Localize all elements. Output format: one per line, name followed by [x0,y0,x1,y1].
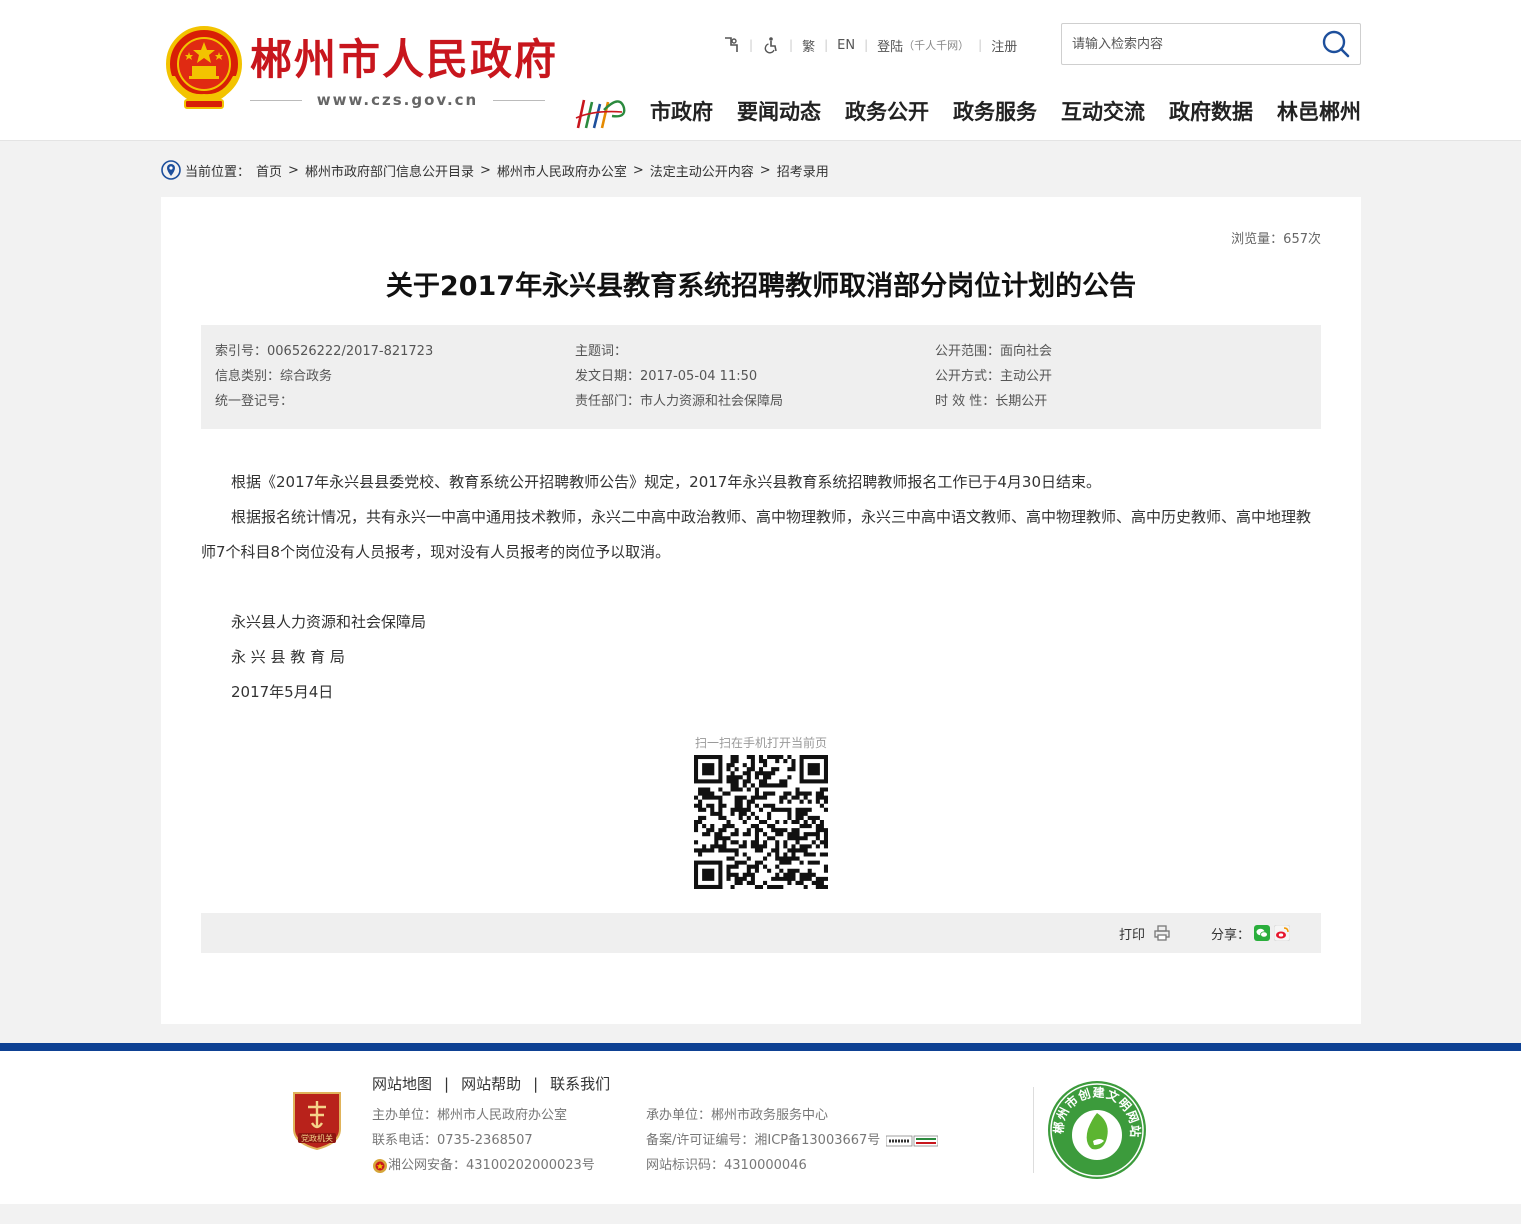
signature-line: 永 兴 县 教 育 局 [231,648,345,666]
footer-top-bar [0,1043,1521,1051]
login-label: 登陆 [877,39,904,55]
footer-host: 主办单位：郴州市人民政府办公室 [372,1108,568,1123]
login-note: （千人千网） [903,39,970,52]
signature-date: 2017年5月4日 [231,683,334,701]
footer-link-help[interactable]: 网站帮助 [461,1073,521,1094]
breadcrumb-gov-office[interactable]: 郴州市人民政府办公室 [497,161,627,180]
breadcrumb-recruitment[interactable]: 招考录用 [777,161,829,180]
meta-category: 信息类别：综合政务 [215,369,333,384]
english-link[interactable]: EN [837,38,855,53]
meta-dept: 责任部门：市人力资源和社会保障局 [575,394,784,409]
site-title[interactable]: 郴州市人民政府 [250,34,558,86]
meta-topic: 主题词： [575,344,628,359]
meta-index-no: 索引号：006526222/2017-821723 [215,344,434,359]
login-link[interactable]: 登陆 （千人千网） [877,36,969,55]
header-toolbar: | | 繁 | EN | 登陆 （千人千网） | 注册 [722,34,1017,56]
breadcrumb-separator: > [759,162,771,178]
nav-item-city-government[interactable]: 市政府 [650,96,713,128]
article-paragraph: 根据报名统计情况，共有永兴一中高中通用技术教师，永兴二中高中政治教师、高中物理教… [201,508,1312,561]
site-url-text: www.czs.gov.cn [316,91,479,109]
breadcrumb: 当前位置： 首页 > 郴州市政府部门信息公开目录 > 郴州市人民政府办公室 > … [161,158,829,182]
article-panel: 浏览量：657次 关于2017年永兴县教育系统招聘教师取消部分岗位计划的公告 索… [161,197,1361,1024]
national-emblem-icon [163,26,245,112]
view-count: 浏览量：657次 [1231,232,1321,247]
breadcrumb-separator: > [479,162,491,178]
nav-item-gov-affairs-open[interactable]: 政务公开 [845,96,929,128]
footer-police-record[interactable]: 湘公网安备：43100202000023号 [372,1157,595,1175]
search-box [1061,23,1361,65]
elder-mode-icon[interactable] [722,36,740,54]
article-meta-box: 索引号：006526222/2017-821723 主题词： 公开范围：面向社会… [201,325,1321,429]
breadcrumb-home[interactable]: 首页 [256,161,282,180]
footer-link-sitemap[interactable]: 网站地图 [372,1073,432,1094]
meta-validity: 时 效 性：长期公开 [935,394,1048,409]
footer-site-code: 网站标识码：4310000046 [646,1158,807,1173]
wechat-icon[interactable] [1254,925,1271,941]
search-input[interactable] [1062,24,1312,64]
police-badge-icon [373,1159,387,1173]
main-nav: 市政府 要闻动态 政务公开 政务服务 互动交流 政府数据 林邑郴州 [650,96,1361,128]
party-gov-badge-icon[interactable]: 党政机关 [290,1089,344,1151]
svg-text:党政机关: 党政机关 [301,1133,333,1143]
breadcrumb-dept-directory[interactable]: 郴州市政府部门信息公开目录 [305,161,474,180]
footer-link-contact[interactable]: 联系我们 [550,1073,610,1094]
breadcrumb-statutory-content[interactable]: 法定主动公开内容 [650,161,754,180]
nav-item-linyi-chenzhou[interactable]: 林邑郴州 [1277,96,1361,128]
footer-divider [1033,1087,1034,1173]
nav-item-gov-services[interactable]: 政务服务 [953,96,1037,128]
location-pin-icon [161,160,181,180]
breadcrumb-label: 当前位置： [185,164,251,180]
civilized-website-badge-icon[interactable]: 郴州市创建文明网站 [1046,1079,1148,1181]
site-footer: 党政机关 网站地图 | 网站帮助 | 联系我们 主办单位：郴州市人民政府办公室 … [0,1051,1521,1204]
footer-police-text: 湘公网安备：43100202000023号 [388,1158,595,1173]
weibo-icon[interactable] [1274,925,1291,941]
share-group: 分享： [1211,921,1291,945]
footer-phone: 联系电话：0735-2368507 [372,1133,533,1148]
qr-label: 扫一扫在手机打开当前页 [694,736,827,750]
breadcrumb-separator: > [288,162,299,178]
print-label: 打印 [1119,927,1146,943]
meta-scope: 公开范围：面向社会 [935,344,1053,359]
meta-date: 发文日期：2017-05-04 11:50 [575,369,758,384]
nav-item-news[interactable]: 要闻动态 [737,96,821,128]
article-paragraph: 根据《2017年永兴县县委党校、教育系统公开招聘教师公告》规定，2017年永兴县… [231,473,1101,491]
footer-icp[interactable]: 备案/许可证编号：湘ICP备13003667号 [646,1132,939,1150]
footer-bottom-strip [0,1204,1521,1224]
qr-code-icon [694,755,828,889]
meta-reg-no: 统一登记号： [215,394,294,409]
footer-operator: 承办单位：郴州市政务服务中心 [646,1108,829,1123]
accessibility-icon[interactable] [762,36,780,54]
site-url: www.czs.gov.cn [250,90,545,110]
nav-item-gov-data[interactable]: 政府数据 [1169,96,1253,128]
footer-links: 网站地图 | 网站帮助 | 联系我们 [372,1073,611,1094]
register-link[interactable]: 注册 [991,36,1017,55]
search-icon[interactable] [1320,29,1352,59]
meta-method: 公开方式：主动公开 [935,369,1053,384]
traditional-chinese-link[interactable]: 繁 [802,36,815,55]
icp-badge-icon [886,1135,939,1147]
article-body: 根据《2017年永兴县县委党校、教育系统公开招聘教师公告》规定，2017年永兴县… [201,465,1321,710]
print-button[interactable]: 打印 [1119,921,1171,945]
footer-icp-text: 备案/许可证编号：湘ICP备13003667号 [646,1133,881,1148]
nav-logo-icon [574,92,628,132]
nav-item-interaction[interactable]: 互动交流 [1061,96,1145,128]
article-actions-bar: 打印 分享： [201,913,1321,953]
breadcrumb-separator: > [632,162,644,178]
signature-line: 永兴县人力资源和社会保障局 [231,613,427,631]
site-header: 郴州市人民政府 www.czs.gov.cn | | 繁 | EN | 登陆 （… [0,0,1521,141]
share-label: 分享： [1211,927,1251,943]
article-title: 关于2017年永兴县教育系统招聘教师取消部分岗位计划的公告 [385,271,1137,302]
printer-icon [1154,925,1170,941]
